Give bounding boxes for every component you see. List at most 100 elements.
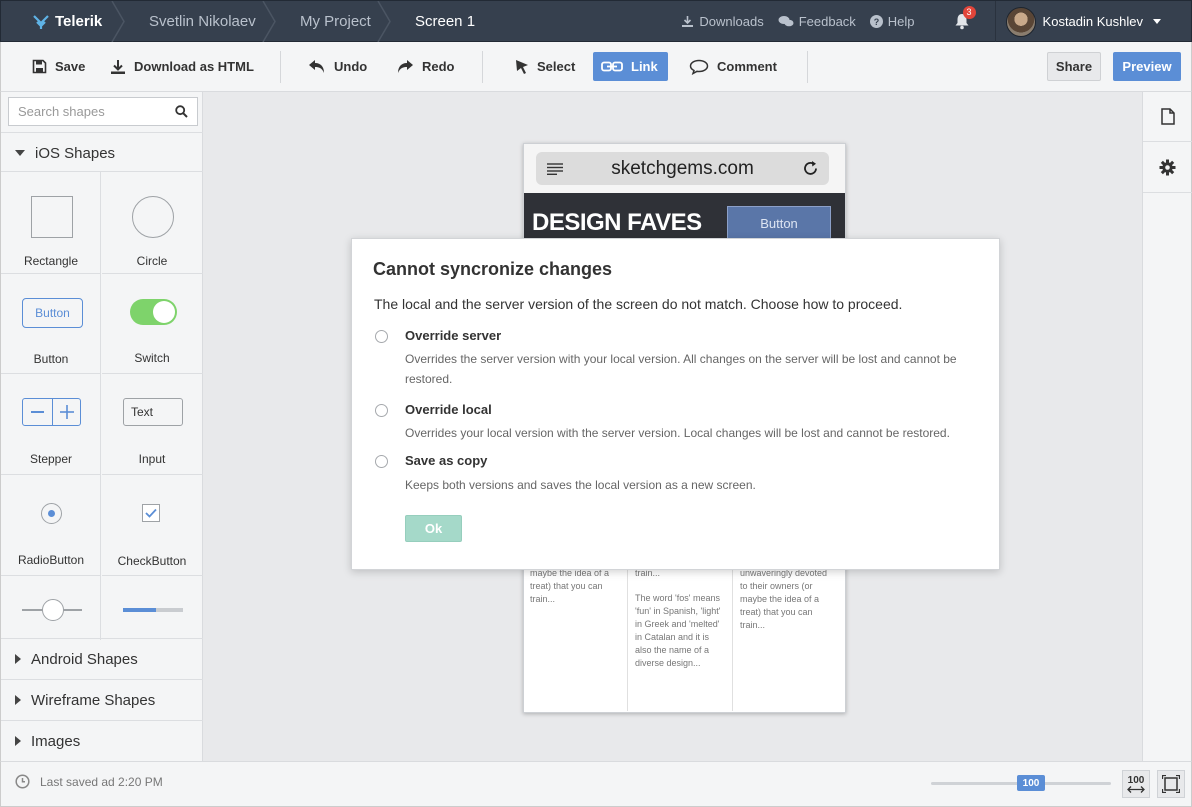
stepper-preview [22, 398, 81, 426]
download-html-button[interactable]: Download as HTML [102, 52, 262, 81]
breadcrumb-separator-icon [262, 1, 276, 42]
undo-icon [309, 60, 324, 73]
section-label: Images [31, 732, 81, 750]
option-override-local[interactable]: Override local Overrides your local vers… [375, 402, 975, 442]
ok-button[interactable]: Ok [405, 515, 462, 542]
fit-width-button[interactable]: 100 [1122, 770, 1150, 798]
option-description: Overrides the server version with your l… [405, 352, 957, 386]
redo-label: Redo [422, 59, 455, 74]
zoom-slider-thumb[interactable]: 100 [1017, 775, 1045, 791]
section-ios-shapes-label: iOS Shapes [35, 144, 116, 162]
option-save-as-copy[interactable]: Save as copy Keeps both versions and sav… [375, 453, 975, 493]
shape-input[interactable]: Text Input [102, 374, 203, 475]
shape-label: RadioButton [17, 553, 85, 567]
hero-title: DESIGN FAVES [532, 209, 702, 236]
topbar-divider [994, 1, 996, 42]
radio-preview [41, 503, 62, 524]
downloads-link[interactable]: Downloads [681, 14, 764, 29]
brand-logo[interactable]: Telerik [1, 1, 111, 42]
breadcrumb-item-owner[interactable]: Svetlin Nikolaev [125, 1, 262, 42]
link-icon [601, 61, 623, 72]
url-bar[interactable]: sketchgems.com [536, 152, 829, 185]
slider-thumb [42, 599, 64, 621]
option-title: Override local [405, 402, 492, 417]
section-label: Wireframe Shapes [31, 691, 156, 709]
input-preview: Text [123, 398, 183, 426]
downloads-label: Downloads [699, 14, 764, 29]
shape-check-button[interactable]: CheckButton [102, 475, 203, 576]
option-override-server[interactable]: Override server Overrides the server ver… [375, 328, 975, 388]
shape-slider[interactable] [1, 576, 101, 640]
notification-count-badge: 3 [962, 5, 976, 19]
dialog-title: Cannot syncronize changes [373, 259, 613, 279]
toolbar: Save Download as HTML Undo Redo Select L… [0, 42, 1192, 92]
section-android-shapes[interactable]: Android Shapes [1, 638, 203, 679]
browser-bar: sketchgems.com [524, 144, 845, 193]
user-menu[interactable]: Kostadin Kushlev [1005, 6, 1161, 37]
link-tool-button[interactable]: Link [593, 52, 668, 81]
download-icon [682, 16, 694, 27]
fit-screen-button[interactable] [1157, 770, 1185, 798]
switch-preview [130, 299, 177, 325]
feedback-link[interactable]: Feedback [778, 14, 856, 29]
horizontal-arrows-icon [1127, 785, 1145, 793]
download-icon [111, 59, 125, 74]
section-label: Android Shapes [31, 650, 138, 668]
radio-save-as-copy[interactable] [375, 455, 388, 468]
section-wireframe-shapes[interactable]: Wireframe Shapes [1, 679, 203, 720]
save-button[interactable]: Save [24, 52, 93, 81]
breadcrumb-separator-icon [377, 1, 391, 42]
option-description: Overrides your local version with the se… [405, 426, 950, 440]
shapes-grid: Rectangle Circle Button Button Switch St… [1, 171, 203, 640]
settings-button[interactable] [1143, 143, 1192, 193]
section-images[interactable]: Images [1, 720, 203, 761]
redo-icon [398, 60, 413, 73]
search-icon[interactable] [175, 105, 188, 118]
radio-dot [48, 510, 55, 517]
breadcrumb-separator-icon [111, 1, 125, 42]
search-box [8, 97, 198, 126]
comment-tool-button[interactable]: Comment [681, 52, 785, 81]
option-description: Keeps both versions and saves the local … [405, 478, 756, 492]
option-title: Save as copy [405, 453, 488, 468]
redo-button[interactable]: Redo [388, 52, 463, 81]
radio-override-local[interactable] [375, 404, 388, 417]
column-text: maybe the idea of a treat) that you can … [530, 568, 610, 604]
notifications-button[interactable]: 3 [953, 5, 976, 32]
undo-label: Undo [334, 59, 368, 74]
chevron-down-icon [1153, 19, 1161, 24]
share-button[interactable]: Share [1047, 52, 1101, 81]
radio-override-server[interactable] [375, 330, 388, 343]
shape-label: Switch [134, 351, 170, 365]
help-link[interactable]: ? Help [869, 14, 915, 29]
comment-tool-label: Comment [717, 59, 777, 74]
hero-button[interactable]: Button [727, 206, 831, 240]
status-bar: Last saved ad 2:20 PM 100 100 [0, 761, 1192, 807]
minus-icon [31, 411, 44, 413]
preview-button[interactable]: Preview [1113, 52, 1181, 81]
shape-circle[interactable]: Circle [102, 172, 203, 274]
svg-text:?: ? [874, 17, 880, 27]
shape-rectangle[interactable]: Rectangle [1, 172, 101, 274]
chevron-right-icon [15, 736, 21, 746]
dialog-message: The local and the server version of the … [374, 296, 903, 312]
feedback-label: Feedback [798, 14, 856, 29]
switch-knob [153, 301, 175, 323]
content-column-3: unwaveringly devoted to their owners (or… [734, 561, 838, 711]
breadcrumb-item-project[interactable]: My Project [276, 1, 377, 42]
chat-bubbles-icon [778, 16, 794, 27]
select-tool-button[interactable]: Select [507, 52, 583, 81]
shape-progress-bar[interactable] [102, 576, 203, 640]
section-ios-shapes[interactable]: iOS Shapes [1, 132, 203, 173]
breadcrumb-item-screen: Screen 1 [415, 13, 476, 30]
toolbar-divider [280, 51, 281, 83]
shape-label: Stepper [29, 452, 73, 466]
page-properties-button[interactable] [1143, 92, 1192, 142]
undo-button[interactable]: Undo [300, 52, 375, 81]
shape-button[interactable]: Button Button [1, 274, 101, 374]
shape-stepper[interactable]: Stepper [1, 374, 101, 475]
search-input[interactable] [9, 98, 169, 125]
shape-switch[interactable]: Switch [102, 274, 203, 374]
shape-radio-button[interactable]: RadioButton [1, 475, 101, 576]
shapes-panel: iOS Shapes Rectangle Circle Button Butto… [0, 92, 203, 761]
